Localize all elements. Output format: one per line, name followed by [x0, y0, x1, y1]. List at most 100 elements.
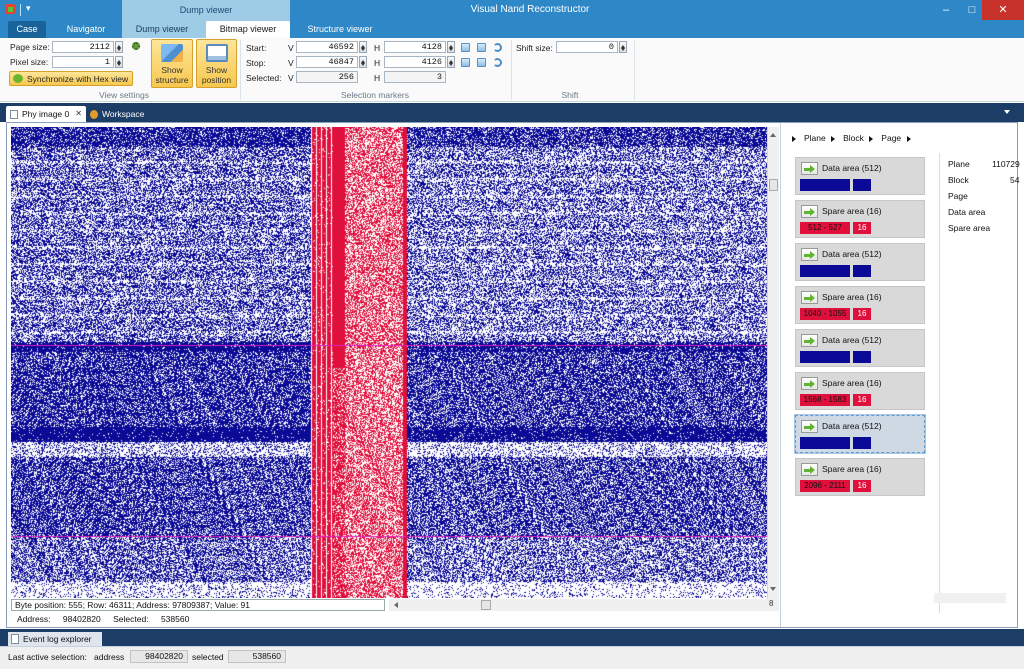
- tab-case[interactable]: Case: [8, 21, 46, 38]
- go-arrow-icon[interactable]: [801, 248, 818, 261]
- shift-size-input[interactable]: 0: [556, 41, 618, 53]
- stop-h-label: H: [374, 58, 381, 68]
- stop-v-spinner[interactable]: [359, 56, 367, 68]
- go-arrow-icon[interactable]: [801, 463, 818, 476]
- tab-phy-image[interactable]: Phy image 0 ✕: [6, 106, 86, 122]
- go-arrow-icon[interactable]: [801, 205, 818, 218]
- synchronize-hex-button[interactable]: Synchronize with Hex view: [9, 71, 133, 86]
- start-refresh-icon[interactable]: [493, 43, 502, 52]
- tab-dump-viewer[interactable]: Dump viewer: [124, 21, 200, 38]
- document-tab-bar: Phy image 0 ✕ Workspace: [0, 103, 1024, 122]
- close-button[interactable]: ✕: [982, 0, 1024, 20]
- close-tab-icon[interactable]: ✕: [75, 106, 82, 122]
- quick-access-menu-icon[interactable]: ▾: [26, 3, 36, 15]
- breadcrumb-arrow-icon: [869, 136, 876, 142]
- area-count: 512: [853, 437, 871, 449]
- shift-size-spinner[interactable]: [619, 41, 627, 53]
- bitmap-canvas[interactable]: [11, 127, 767, 598]
- go-arrow-icon[interactable]: [801, 420, 818, 433]
- area-card[interactable]: Spare area (16) 1568 - 1583 16: [795, 372, 925, 410]
- stop-h-spinner[interactable]: [447, 56, 455, 68]
- tab-navigator[interactable]: Navigator: [56, 21, 116, 38]
- properties-scrollbar[interactable]: [934, 593, 1006, 603]
- maximize-button[interactable]: □: [962, 0, 982, 20]
- go-arrow-icon[interactable]: [801, 334, 818, 347]
- breadcrumb-block[interactable]: Block: [843, 133, 864, 143]
- area-count: 16: [853, 480, 871, 492]
- pixel-size-label: Pixel size:: [10, 57, 49, 67]
- app-icon[interactable]: [5, 4, 15, 14]
- stop-set-icon[interactable]: [477, 58, 486, 67]
- area-name: Data area (512): [822, 335, 882, 345]
- structure-cube-icon: [161, 44, 183, 62]
- area-card[interactable]: Data area (512) 1056 - 1567 512: [795, 329, 925, 367]
- tab-bitmap-viewer[interactable]: Bitmap viewer: [206, 21, 290, 38]
- pixel-size-spinner[interactable]: [115, 56, 123, 68]
- start-v-input[interactable]: 46592: [296, 41, 358, 53]
- tab-workspace[interactable]: Workspace: [86, 106, 156, 122]
- page-label: Page: [948, 191, 968, 201]
- start-h-input[interactable]: 4128: [384, 41, 446, 53]
- title-bar: ▾ Dump viewer Visual Nand Reconstructor …: [0, 0, 1024, 20]
- breadcrumb-plane[interactable]: Plane: [804, 133, 826, 143]
- structure-splitter[interactable]: [780, 123, 781, 627]
- area-card[interactable]: Data area (512) 1584 - 2095 512: [795, 415, 925, 453]
- stop-goto-icon[interactable]: [461, 58, 470, 67]
- area-range: 528 - 1039: [800, 265, 850, 277]
- event-log-tab[interactable]: Event log explorer: [8, 632, 102, 646]
- block-value: 54: [1010, 175, 1020, 185]
- area-range: 1056 - 1567: [800, 351, 850, 363]
- vertical-scroll-thumb[interactable]: [769, 179, 778, 191]
- area-card[interactable]: Spare area (16) 512 - 527 16: [795, 200, 925, 238]
- stop-h-input[interactable]: 4126: [384, 56, 446, 68]
- tab-workspace-label: Workspace: [102, 109, 145, 119]
- selected-v-value: 256: [296, 71, 358, 83]
- breadcrumb-page[interactable]: Page: [881, 133, 901, 143]
- area-card[interactable]: Spare area (16) 2096 - 2111 16: [795, 458, 925, 496]
- go-arrow-icon[interactable]: [801, 377, 818, 390]
- horizontal-scrollbar[interactable]: 8: [389, 599, 779, 611]
- page-size-spinner[interactable]: [115, 41, 123, 53]
- shift-group-label: Shift: [561, 90, 579, 100]
- status-address-label: address: [94, 652, 125, 662]
- go-arrow-icon[interactable]: [801, 291, 818, 304]
- scroll-left-icon[interactable]: [391, 602, 398, 608]
- stop-v-input[interactable]: 46847: [296, 56, 358, 68]
- area-card[interactable]: Data area (512) 0 - 511 512: [795, 157, 925, 195]
- scroll-up-icon[interactable]: [770, 130, 776, 137]
- vertical-scrollbar[interactable]: [767, 127, 779, 599]
- address-value: 98402820: [62, 614, 101, 624]
- show-structure-button[interactable]: Show structure: [151, 39, 193, 88]
- bitmap-view[interactable]: [11, 127, 767, 598]
- area-name: Spare area (16): [822, 378, 882, 388]
- show-structure-label: Show structure: [155, 65, 189, 85]
- status-selected-value: 538560: [228, 650, 286, 663]
- area-card[interactable]: Data area (512) 528 - 1039 512: [795, 243, 925, 281]
- tab-structure-viewer[interactable]: Structure viewer: [296, 21, 384, 38]
- status-address-value: 98402820: [130, 650, 188, 663]
- settings-gear-icon[interactable]: [132, 42, 140, 50]
- start-goto-icon[interactable]: [461, 43, 470, 52]
- start-h-spinner[interactable]: [447, 41, 455, 53]
- horizontal-scroll-thumb[interactable]: [481, 600, 491, 610]
- show-position-button[interactable]: Show position: [196, 39, 237, 88]
- start-set-icon[interactable]: [477, 43, 486, 52]
- stop-refresh-icon[interactable]: [493, 58, 502, 67]
- position-screen-icon: [205, 44, 228, 62]
- area-count: 512: [853, 351, 871, 363]
- area-range: 1040 - 1055: [800, 308, 850, 320]
- address-line: Address: 98402820 Selected: 538560: [17, 614, 199, 624]
- selected-value: 538560: [160, 614, 190, 624]
- area-name: Spare area (16): [822, 206, 882, 216]
- go-arrow-icon[interactable]: [801, 162, 818, 175]
- minimize-button[interactable]: –: [936, 0, 956, 20]
- data-area-label: Data area: [948, 207, 986, 217]
- plane-label: Plane: [948, 159, 970, 169]
- synchronize-hex-label: Synchronize with Hex view: [27, 74, 129, 84]
- scroll-down-icon[interactable]: [770, 587, 776, 594]
- tab-dropdown-icon[interactable]: [1004, 110, 1010, 117]
- page-size-input[interactable]: 2112: [52, 41, 114, 53]
- pixel-size-input[interactable]: 1: [52, 56, 114, 68]
- start-v-spinner[interactable]: [359, 41, 367, 53]
- area-card[interactable]: Spare area (16) 1040 - 1055 16: [795, 286, 925, 324]
